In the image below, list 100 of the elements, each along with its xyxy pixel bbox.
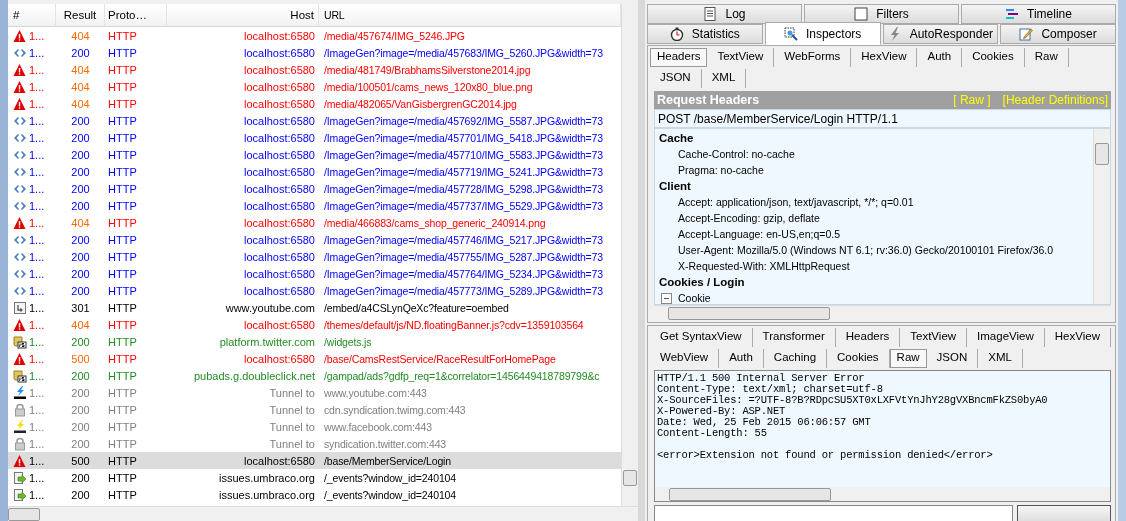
result-cell[interactable]: 200	[56, 367, 105, 384]
session-number[interactable]: 1...	[29, 148, 45, 161]
host-cell[interactable]: localhost:6580	[167, 197, 319, 214]
protocol-cell[interactable]: HTTP	[105, 265, 167, 282]
protocol-cell[interactable]: HTTP	[105, 27, 167, 44]
tab[interactable]: XML	[701, 69, 747, 88]
protocol-cell[interactable]: HTTP	[105, 333, 167, 350]
url-cell[interactable]: /themes/default/js/ND.floatingBanner.js?cdv=1359103564	[319, 316, 621, 333]
host-cell[interactable]: issues.umbraco.org	[167, 469, 319, 486]
protocol-cell[interactable]: HTTP	[105, 367, 167, 384]
tab[interactable]: Caching	[763, 349, 828, 368]
horizontal-scrollbar[interactable]	[655, 487, 1110, 501]
host-cell[interactable]: localhost:6580	[167, 248, 319, 265]
session-number[interactable]: 1...	[29, 352, 45, 365]
url-cell[interactable]: /widgets.js	[319, 333, 621, 350]
protocol-cell[interactable]: HTTP	[105, 299, 167, 316]
host-cell[interactable]: localhost:6580	[167, 180, 319, 197]
protocol-cell[interactable]: HTTP	[105, 282, 167, 299]
session-number[interactable]: 1...	[29, 386, 45, 399]
session-number[interactable]: 1...	[29, 233, 45, 246]
session-number[interactable]: 1...	[29, 369, 45, 382]
tab[interactable]: Composer	[1000, 24, 1116, 44]
result-cell[interactable]: 200	[56, 197, 105, 214]
session-number[interactable]: 1...	[29, 420, 45, 433]
protocol-cell[interactable]: HTTP	[105, 316, 167, 333]
tab[interactable]: Headers	[835, 328, 901, 347]
host-cell[interactable]: pubads.g.doubleclick.net	[167, 367, 319, 384]
result-cell[interactable]: 200	[56, 112, 105, 129]
protocol-cell[interactable]: HTTP	[105, 61, 167, 78]
protocol-cell[interactable]: HTTP	[105, 78, 167, 95]
session-number[interactable]: 1...	[29, 284, 45, 297]
session-number[interactable]: 1...	[29, 63, 45, 76]
protocol-cell[interactable]: HTTP	[105, 129, 167, 146]
protocol-cell[interactable]: HTTP	[105, 214, 167, 231]
session-number[interactable]: 1...	[29, 318, 45, 331]
result-cell[interactable]: 200	[56, 146, 105, 163]
result-cell[interactable]: 200	[56, 384, 105, 401]
protocol-cell[interactable]: HTTP	[105, 248, 167, 265]
url-cell[interactable]: /_events?window_id=240104	[319, 469, 621, 486]
result-cell[interactable]: 200	[56, 44, 105, 61]
host-cell[interactable]: localhost:6580	[167, 44, 319, 61]
column-header[interactable]: #	[8, 4, 56, 27]
session-number[interactable]: 1...	[29, 199, 45, 212]
session-number[interactable]: 1...	[29, 301, 45, 314]
session-number[interactable]: 1...	[29, 114, 45, 127]
url-cell[interactable]: /ImageGen?image=/media/457773/IMG_5289.JPG&width=73	[319, 282, 621, 299]
protocol-cell[interactable]: HTTP	[105, 469, 167, 486]
url-cell[interactable]: /ImageGen?image=/media/457755/IMG_5287.JPG&width=73	[319, 248, 621, 265]
session-number[interactable]: 1...	[29, 29, 45, 42]
column-header[interactable]: Result	[56, 4, 105, 27]
url-cell[interactable]: /gampad/ads?gdfp_req=1&correlator=1456449418789799&c	[319, 367, 621, 384]
session-number[interactable]: 1...	[29, 437, 45, 450]
protocol-cell[interactable]: HTTP	[105, 146, 167, 163]
session-number[interactable]: 1...	[29, 165, 45, 178]
result-cell[interactable]: 200	[56, 231, 105, 248]
tab[interactable]: JSON	[926, 349, 979, 368]
url-cell[interactable]: /ImageGen?image=/media/457692/IMG_5587.JPG&width=73	[319, 112, 621, 129]
protocol-cell[interactable]: HTTP	[105, 44, 167, 61]
url-cell[interactable]: /media/457674/IMG_5246.JPG	[319, 27, 621, 44]
url-cell[interactable]: /embed/a4CSLynQeXc?feature=oembed	[319, 299, 621, 316]
url-cell[interactable]: /ImageGen?image=/media/457746/IMG_5217.JPG&width=73	[319, 231, 621, 248]
result-cell[interactable]: 200	[56, 469, 105, 486]
host-cell[interactable]: Tunnel to	[167, 418, 319, 435]
result-cell[interactable]: 200	[56, 129, 105, 146]
vertical-scrollbar[interactable]	[1093, 129, 1110, 304]
result-cell[interactable]: 200	[56, 435, 105, 452]
tab[interactable]: AutoResponder	[882, 24, 999, 44]
url-cell[interactable]: /ImageGen?image=/media/457683/IMG_5260.JPG&width=73	[319, 44, 621, 61]
tab[interactable]: Log	[647, 4, 802, 24]
tab[interactable]: Raw	[889, 349, 927, 368]
result-cell[interactable]: 200	[56, 248, 105, 265]
host-cell[interactable]: localhost:6580	[167, 95, 319, 112]
protocol-cell[interactable]: HTTP	[105, 435, 167, 452]
protocol-cell[interactable]: HTTP	[105, 197, 167, 214]
tab[interactable]: Headers	[650, 48, 708, 67]
tab[interactable]: HexView	[851, 48, 918, 67]
host-cell[interactable]: localhost:6580	[167, 146, 319, 163]
session-number[interactable]: 1...	[29, 46, 45, 59]
host-cell[interactable]: www.youtube.com	[167, 299, 319, 316]
session-number[interactable]: 1...	[29, 182, 45, 195]
tab[interactable]: Get SyntaxView	[650, 328, 753, 347]
session-number[interactable]: 1...	[29, 80, 45, 93]
tab[interactable]: TextView	[707, 48, 775, 67]
host-cell[interactable]: localhost:6580	[167, 27, 319, 44]
url-cell[interactable]: /base/MemberService/Login	[319, 452, 621, 469]
protocol-cell[interactable]: HTTP	[105, 163, 167, 180]
tab[interactable]: Statistics	[647, 24, 763, 44]
result-cell[interactable]: 200	[56, 265, 105, 282]
protocol-cell[interactable]: HTTP	[105, 401, 167, 418]
session-number[interactable]: 1...	[29, 403, 45, 416]
host-cell[interactable]: localhost:6580	[167, 61, 319, 78]
result-cell[interactable]: 200	[56, 333, 105, 350]
host-cell[interactable]: Tunnel to	[167, 384, 319, 401]
tab[interactable]: ImageView	[967, 328, 1045, 347]
result-cell[interactable]: 200	[56, 282, 105, 299]
url-cell[interactable]: /ImageGen?image=/media/457719/IMG_5241.JPG&width=73	[319, 163, 621, 180]
session-number[interactable]: 1...	[29, 471, 45, 484]
tab[interactable]: Auth	[917, 48, 963, 67]
host-cell[interactable]: localhost:6580	[167, 78, 319, 95]
tab[interactable]: TextView	[900, 328, 968, 347]
